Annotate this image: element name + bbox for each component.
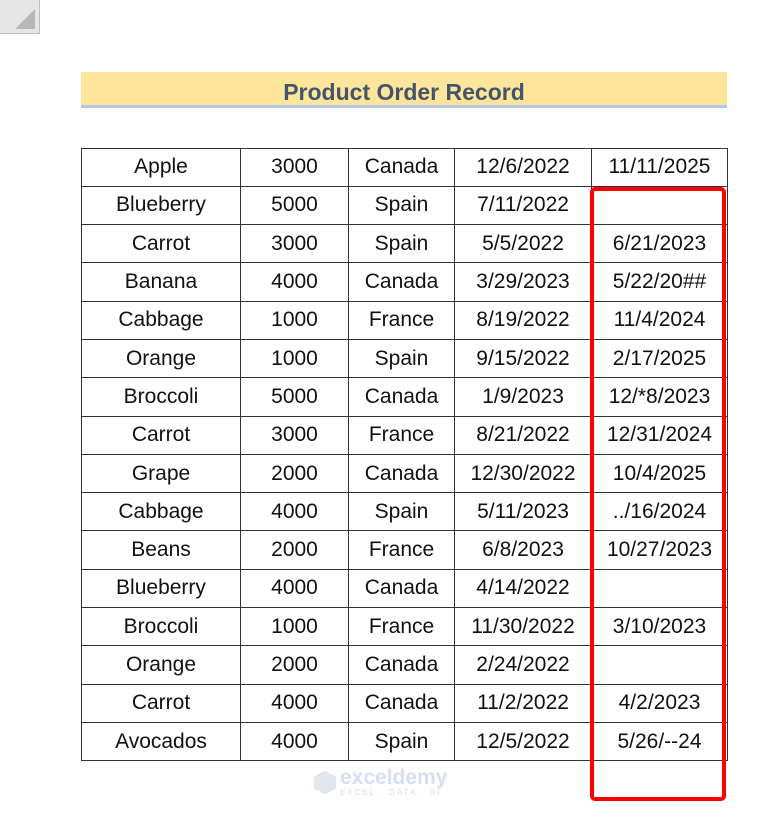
cell-country[interactable]: France — [348, 300, 455, 340]
cell-order-date[interactable]: 5/11/2023 — [454, 492, 592, 532]
cell-country[interactable]: Canada — [348, 147, 455, 187]
ship-date-highlight-box — [590, 187, 726, 801]
cell-country[interactable]: Spain — [348, 185, 455, 226]
cell-country[interactable]: France — [348, 415, 455, 455]
select-all-icon — [15, 9, 35, 29]
select-all-corner[interactable] — [0, 0, 40, 34]
cell-product[interactable]: Carrot — [81, 415, 241, 455]
cell-product[interactable]: Blueberry — [81, 185, 241, 226]
cell-amount[interactable]: 4000 — [240, 683, 349, 723]
cell-order-date[interactable]: 5/5/2022 — [454, 224, 592, 264]
watermark-tagline: EXCEL · DATA · BI — [340, 788, 442, 797]
cell-amount[interactable]: 5000 — [240, 185, 349, 226]
cell-amount[interactable]: 4000 — [240, 262, 349, 302]
watermark-name: exceldemy — [340, 766, 448, 789]
cell-product[interactable]: Grape — [81, 453, 241, 494]
cell-product[interactable]: Avocados — [81, 721, 241, 762]
cell-order-date[interactable]: 12/5/2022 — [454, 721, 592, 762]
cell-product[interactable]: Banana — [81, 262, 241, 302]
cell-amount[interactable]: 2000 — [240, 453, 349, 494]
cell-amount[interactable]: 4000 — [240, 492, 349, 532]
cell-product[interactable]: Blueberry — [81, 568, 241, 609]
cell-product[interactable]: Carrot — [81, 683, 241, 723]
cell-country[interactable]: Spain — [348, 721, 455, 762]
cell-country[interactable]: Canada — [348, 262, 455, 302]
cell-country[interactable]: Canada — [348, 377, 455, 417]
cell-product[interactable]: Broccoli — [81, 377, 241, 417]
cell-order-date[interactable]: 3/29/2023 — [454, 262, 592, 302]
cell-amount[interactable]: 1000 — [240, 338, 349, 379]
cell-product[interactable]: Orange — [81, 338, 241, 379]
cell-order-date[interactable]: 9/15/2022 — [454, 338, 592, 379]
cell-order-date[interactable]: 2/24/2022 — [454, 645, 592, 685]
cell-order-date[interactable]: 7/11/2022 — [454, 185, 592, 226]
cell-country[interactable]: Spain — [348, 492, 455, 532]
cell-product[interactable]: Apple — [81, 147, 241, 187]
cell-country[interactable]: Canada — [348, 645, 455, 685]
cell-order-date[interactable]: 12/30/2022 — [454, 453, 592, 494]
cell-product[interactable]: Orange — [81, 645, 241, 685]
cell-amount[interactable]: 2000 — [240, 645, 349, 685]
cell-order-date[interactable]: 8/19/2022 — [454, 300, 592, 340]
cell-amount[interactable]: 2000 — [240, 530, 349, 570]
cell-order-date[interactable]: 11/30/2022 — [454, 607, 592, 647]
cell-amount[interactable]: 3000 — [240, 224, 349, 264]
watermark-logo-icon — [314, 770, 336, 795]
cell-amount[interactable]: 1000 — [240, 607, 349, 647]
cell-amount[interactable]: 4000 — [240, 568, 349, 609]
cell-order-date[interactable]: 8/21/2022 — [454, 415, 592, 455]
cell-country[interactable]: Canada — [348, 568, 455, 609]
cell-product[interactable]: Broccoli — [81, 607, 241, 647]
cell-order-date[interactable]: 4/14/2022 — [454, 568, 592, 609]
cell-country[interactable]: Spain — [348, 338, 455, 379]
cell-country[interactable]: France — [348, 607, 455, 647]
sheet-title: Product Order Record — [81, 72, 727, 108]
cell-product[interactable]: Carrot — [81, 224, 241, 264]
table-row: Apple 3000 Canada 12/6/2022 11/11/2025 — [81, 147, 728, 187]
watermark: exceldemy EXCEL · DATA · BI — [314, 766, 448, 797]
cell-order-date[interactable]: 6/8/2023 — [454, 530, 592, 570]
cell-country[interactable]: Spain — [348, 224, 455, 264]
cell-product[interactable]: Beans — [81, 530, 241, 570]
cell-country[interactable]: Canada — [348, 683, 455, 723]
cell-amount[interactable]: 4000 — [240, 721, 349, 762]
cell-ship-date[interactable]: 11/11/2025 — [591, 147, 728, 187]
cell-amount[interactable]: 5000 — [240, 377, 349, 417]
cell-amount[interactable]: 1000 — [240, 300, 349, 340]
cell-product[interactable]: Cabbage — [81, 492, 241, 532]
cell-order-date[interactable]: 1/9/2023 — [454, 377, 592, 417]
cell-country[interactable]: France — [348, 530, 455, 570]
cell-order-date[interactable]: 12/6/2022 — [454, 147, 592, 187]
cell-order-date[interactable]: 11/2/2022 — [454, 683, 592, 723]
cell-amount[interactable]: 3000 — [240, 415, 349, 455]
cell-amount[interactable]: 3000 — [240, 147, 349, 187]
cell-product[interactable]: Cabbage — [81, 300, 241, 340]
cell-country[interactable]: Canada — [348, 453, 455, 494]
